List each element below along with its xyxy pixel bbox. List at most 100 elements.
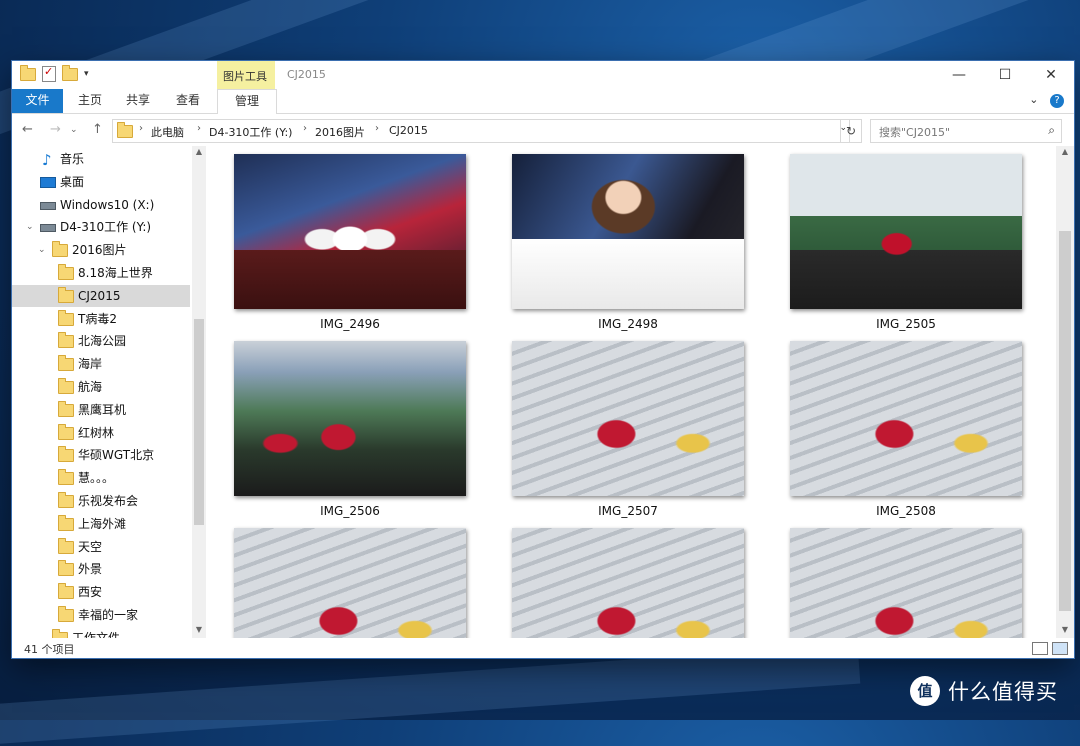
- image-thumbnail[interactable]: [234, 341, 466, 496]
- sidebar-item[interactable]: 8.18海上世界: [12, 262, 190, 284]
- minimize-button[interactable]: —: [936, 61, 982, 89]
- refresh-button[interactable]: ↻: [840, 119, 862, 143]
- forward-arrow-icon[interactable]: →: [50, 122, 61, 137]
- tab-share[interactable]: 共享: [120, 89, 156, 113]
- sidebar-item-label: 北海公园: [78, 334, 127, 349]
- picture-tools-tab-header: 图片工具: [217, 61, 275, 89]
- chevron-right-icon[interactable]: ›: [303, 123, 307, 134]
- folder-icon: [52, 241, 68, 258]
- sidebar-item[interactable]: 华硕WGT北京: [12, 444, 190, 466]
- image-thumbnail[interactable]: [234, 154, 466, 309]
- breadcrumb-cj2015[interactable]: CJ2015: [389, 124, 428, 137]
- file-name-label[interactable]: IMG_2496: [234, 317, 466, 331]
- sidebar-item[interactable]: 慧。。。: [12, 467, 190, 489]
- sidebar-item-label: 西安: [78, 585, 103, 600]
- watermark-text: 什么值得买: [948, 680, 1058, 704]
- chevron-right-icon[interactable]: ›: [375, 123, 379, 134]
- sidebar-item[interactable]: 乐视发布会: [12, 490, 190, 512]
- image-thumbnail[interactable]: [512, 154, 744, 309]
- expand-ribbon-icon[interactable]: ⌄: [1029, 93, 1038, 106]
- sidebar-item[interactable]: ⌄ D4-310工作 (Y:): [12, 216, 190, 238]
- folder-icon: [58, 514, 74, 531]
- file-name-label[interactable]: IMG_2506: [234, 504, 466, 518]
- navigation-pane-scroll-thumb[interactable]: [194, 319, 204, 525]
- chevron-right-icon[interactable]: ›: [139, 123, 143, 134]
- file-name-label[interactable]: IMG_2505: [790, 317, 1022, 331]
- smzdm-logo-icon: 值: [910, 676, 940, 706]
- address-bar[interactable]: › 此电脑 › D4-310工作 (Y:) › 2016图片 › CJ2015 …: [112, 119, 850, 143]
- item-count: 41 个项目: [24, 643, 75, 656]
- expand-chevron-icon[interactable]: ⌄: [38, 239, 46, 261]
- search-input[interactable]: 搜索"CJ2015": [879, 124, 950, 140]
- chevron-right-icon[interactable]: ›: [197, 123, 201, 134]
- close-button[interactable]: ✕: [1028, 61, 1074, 89]
- sidebar-item[interactable]: 西安: [12, 581, 190, 603]
- scroll-down-icon[interactable]: ▼: [192, 625, 206, 634]
- breadcrumb-2016-pictures[interactable]: 2016图片: [315, 124, 365, 140]
- folder-icon: [58, 537, 74, 554]
- sidebar-item[interactable]: 外景: [12, 558, 190, 580]
- sidebar-item[interactable]: 航海: [12, 376, 190, 398]
- large-icons-view-icon[interactable]: [1052, 642, 1068, 655]
- file-name-label[interactable]: IMG_2498: [512, 317, 744, 331]
- folder-icon: [58, 446, 74, 463]
- breadcrumb-this-pc[interactable]: 此电脑: [151, 124, 184, 140]
- status-bar: 41 个项目: [12, 638, 1074, 658]
- sidebar-item-label: T病毒2: [78, 311, 117, 326]
- sidebar-item-label: 慧。。。: [78, 471, 115, 486]
- image-thumbnail[interactable]: [790, 341, 1022, 496]
- sidebar-item-label: 外景: [78, 562, 103, 577]
- file-view-scroll-thumb[interactable]: [1059, 231, 1071, 611]
- sidebar-item-label: Windows10 (X:): [60, 197, 155, 212]
- sidebar-item[interactable]: 北海公园: [12, 330, 190, 352]
- image-thumbnail[interactable]: [512, 341, 744, 496]
- sidebar-item[interactable]: 幸福的一家: [12, 604, 190, 626]
- breadcrumb-drive[interactable]: D4-310工作 (Y:): [209, 124, 292, 140]
- search-box[interactable]: 搜索"CJ2015" ⌕: [870, 119, 1062, 143]
- sidebar-item[interactable]: 天空: [12, 536, 190, 558]
- folder-icon: [58, 355, 74, 372]
- tab-view[interactable]: 查看: [170, 89, 206, 113]
- sidebar-item[interactable]: Windows10 (X:): [12, 194, 190, 216]
- sidebar-item-label: 乐视发布会: [78, 494, 139, 508]
- sidebar-item[interactable]: 黑鹰耳机: [12, 399, 190, 421]
- up-arrow-icon[interactable]: ↑: [92, 122, 103, 137]
- quick-access-toolbar: ▾: [20, 64, 89, 82]
- help-icon[interactable]: ?: [1050, 94, 1064, 108]
- image-thumbnail[interactable]: [512, 528, 744, 638]
- search-icon[interactable]: ⌕: [1048, 123, 1055, 138]
- sidebar-item-label: 幸福的一家: [78, 608, 139, 622]
- sidebar-item[interactable]: 上海外滩: [12, 513, 190, 535]
- folder-icon: [58, 378, 74, 394]
- customize-toolbar-icon[interactable]: ▾: [84, 69, 89, 79]
- sidebar-item[interactable]: 工作文件: [12, 627, 190, 638]
- sidebar-item[interactable]: ⌄ 2016图片: [12, 239, 190, 261]
- expand-chevron-icon[interactable]: ⌄: [26, 216, 34, 238]
- image-thumbnail[interactable]: [790, 154, 1022, 309]
- image-thumbnail[interactable]: [234, 528, 466, 638]
- sidebar-item-label: 海岸: [78, 357, 103, 372]
- sidebar-item-label: 工作文件: [72, 630, 121, 638]
- maximize-button[interactable]: ☐: [982, 61, 1028, 89]
- sidebar-item-label: 2016图片: [72, 243, 127, 258]
- tab-file[interactable]: 文件: [12, 89, 63, 113]
- details-view-icon[interactable]: [1032, 642, 1048, 655]
- sidebar-item[interactable]: CJ2015: [12, 284, 190, 307]
- scroll-up-icon[interactable]: ▲: [192, 147, 206, 156]
- back-arrow-icon[interactable]: ←: [22, 122, 33, 137]
- recent-locations-icon[interactable]: ⌄: [70, 125, 78, 135]
- image-thumbnail[interactable]: [790, 528, 1022, 638]
- scroll-up-icon[interactable]: ▲: [1058, 147, 1072, 156]
- sidebar-item[interactable]: ♪ 音乐: [12, 148, 190, 170]
- new-folder-icon[interactable]: [62, 64, 78, 81]
- file-name-label[interactable]: IMG_2508: [790, 504, 1022, 518]
- properties-icon[interactable]: [42, 65, 56, 82]
- tab-manage[interactable]: 管理: [217, 89, 277, 114]
- scroll-down-icon[interactable]: ▼: [1058, 625, 1072, 634]
- sidebar-item[interactable]: 红树林: [12, 422, 190, 444]
- file-name-label[interactable]: IMG_2507: [512, 504, 744, 518]
- tab-home[interactable]: 主页: [72, 89, 108, 113]
- sidebar-item[interactable]: T病毒2: [12, 308, 190, 330]
- sidebar-item[interactable]: 海岸: [12, 353, 190, 375]
- sidebar-item[interactable]: 桌面: [12, 171, 190, 193]
